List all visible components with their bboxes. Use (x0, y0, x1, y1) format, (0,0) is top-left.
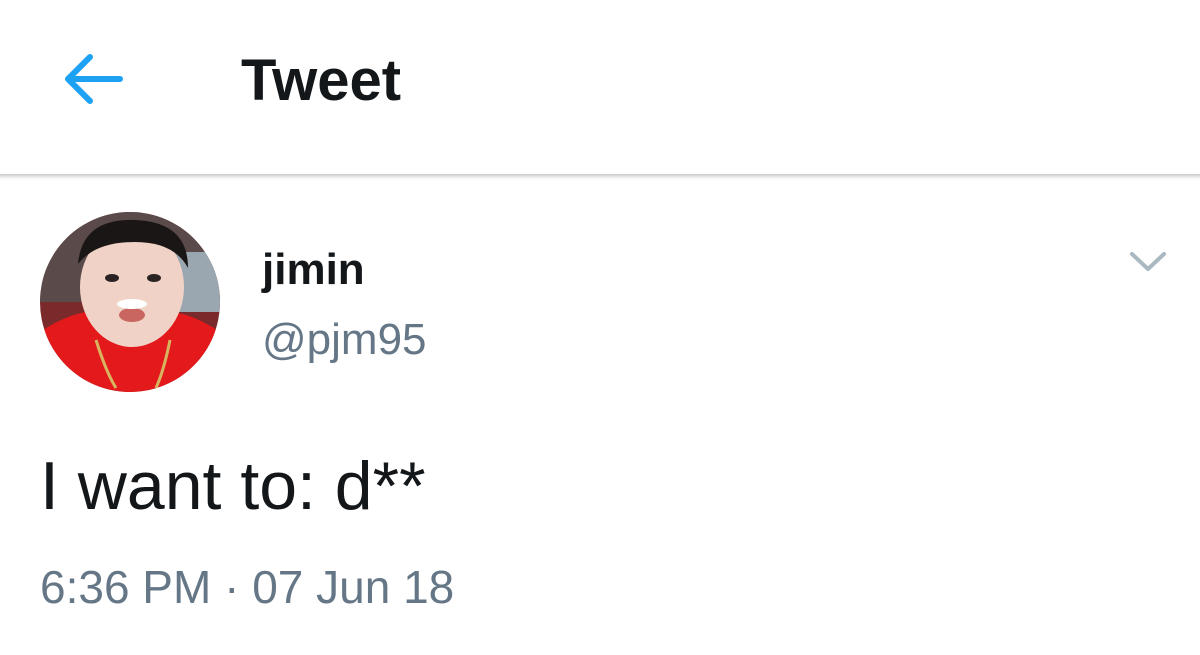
tweet-detail-screen: Tweet jimin @pjm95 I want to: d** 6:36 P… (0, 0, 1200, 655)
tweet-time: 6:36 PM (40, 561, 212, 613)
avatar[interactable] (40, 212, 220, 392)
chevron-down-icon (1128, 250, 1168, 279)
avatar-image (40, 212, 220, 392)
tweet-timestamp[interactable]: 6:36 PM · 07 Jun 18 (40, 560, 454, 614)
tweet-date: 07 Jun 18 (252, 561, 455, 613)
tweet-menu-button[interactable] (1124, 244, 1172, 284)
header-divider (0, 174, 1200, 180)
page-title: Tweet (241, 48, 402, 113)
meta-separator: · (224, 561, 240, 613)
top-app-bar: Tweet (0, 0, 1200, 174)
tweet-text: I want to: d** (40, 448, 426, 524)
arrow-left-icon (64, 53, 124, 109)
author-handle[interactable]: @pjm95 (262, 314, 427, 366)
back-button[interactable] (56, 50, 132, 112)
author-display-name[interactable]: jimin (262, 244, 365, 296)
